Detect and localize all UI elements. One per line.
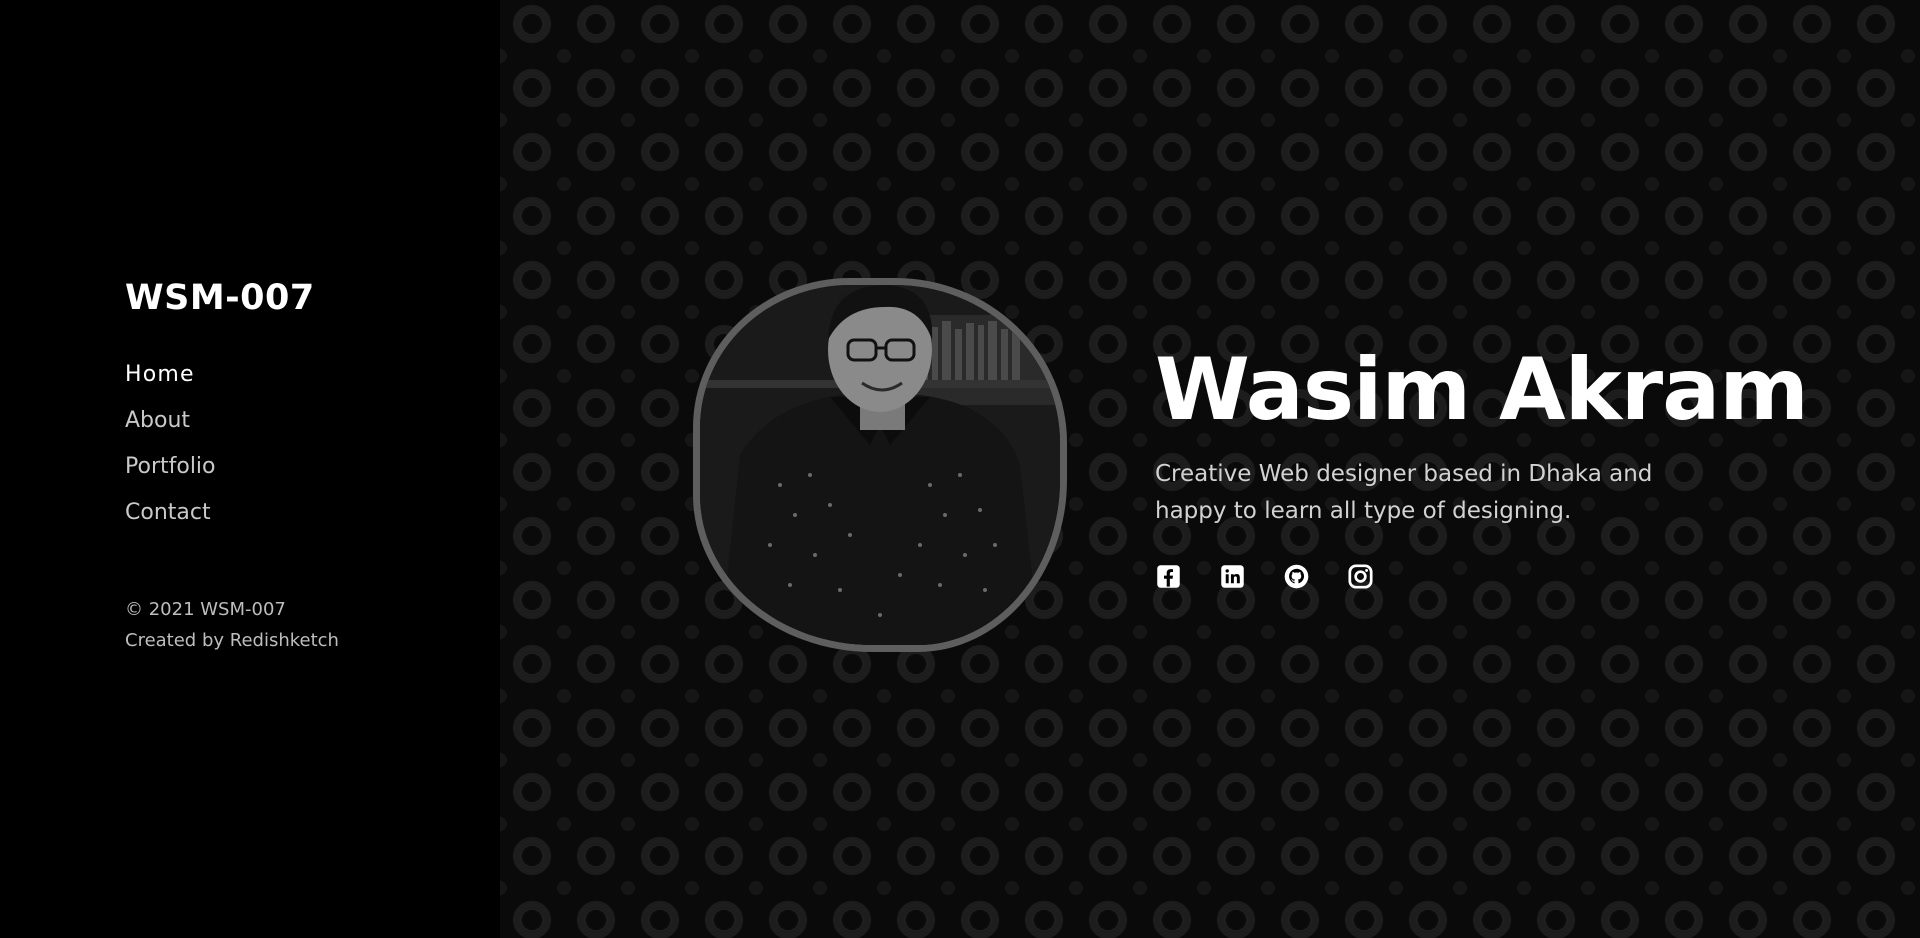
copyright-text: © 2021 WSM-007 — [125, 599, 286, 620]
hero-section: Wasim Akram Creative Web designer based … — [500, 0, 1920, 938]
hero-name: Wasim Akram — [1155, 340, 1809, 440]
nav-item-about[interactable]: About — [125, 404, 216, 450]
github-icon[interactable] — [1283, 563, 1310, 590]
page: WSM-007 Home About Portfolio Contact © 2… — [0, 0, 1920, 938]
sidebar: WSM-007 Home About Portfolio Contact © 2… — [0, 0, 500, 938]
main-nav: Home About Portfolio Contact — [125, 358, 216, 542]
social-links — [1155, 563, 1715, 590]
credit-text: Created by Redishketch — [125, 630, 339, 651]
brand-logo[interactable]: WSM-007 — [125, 278, 315, 318]
instagram-icon[interactable] — [1347, 563, 1374, 590]
nav-item-portfolio[interactable]: Portfolio — [125, 450, 216, 496]
facebook-icon[interactable] — [1155, 563, 1182, 590]
profile-photo — [693, 278, 1067, 652]
nav-item-contact[interactable]: Contact — [125, 496, 216, 542]
intro: Wasim Akram Creative Web designer based … — [1155, 340, 1809, 590]
hero-tagline: Creative Web designer based in Dhaka and… — [1155, 461, 1653, 524]
profile-photo-illustration — [700, 285, 1060, 645]
linkedin-icon[interactable] — [1219, 563, 1246, 590]
sidebar-footer: © 2021 WSM-007 Created by Redishketch — [125, 594, 339, 656]
nav-item-home[interactable]: Home — [125, 358, 216, 404]
